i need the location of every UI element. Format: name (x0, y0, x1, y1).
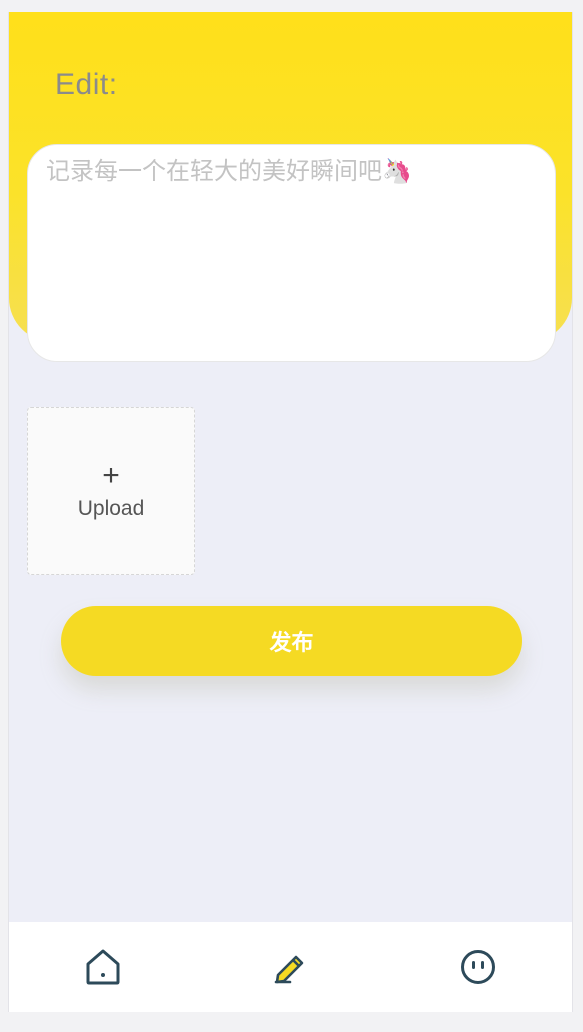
tab-home[interactable] (73, 937, 133, 997)
plus-icon: + (102, 459, 120, 492)
post-content-textarea[interactable] (27, 144, 556, 362)
face-icon (461, 950, 496, 984)
app-screen: Edit: + Upload 发布 (8, 12, 573, 1012)
page-title: Edit: (55, 68, 118, 101)
tab-profile[interactable] (448, 937, 508, 997)
bottom-tab-bar (9, 922, 572, 1012)
publish-button[interactable]: 发布 (61, 606, 522, 676)
tab-edit[interactable] (260, 937, 320, 997)
home-icon (86, 949, 120, 985)
upload-button[interactable]: + Upload (27, 407, 195, 575)
pencil-icon (275, 955, 304, 984)
upload-label: Upload (77, 497, 145, 520)
